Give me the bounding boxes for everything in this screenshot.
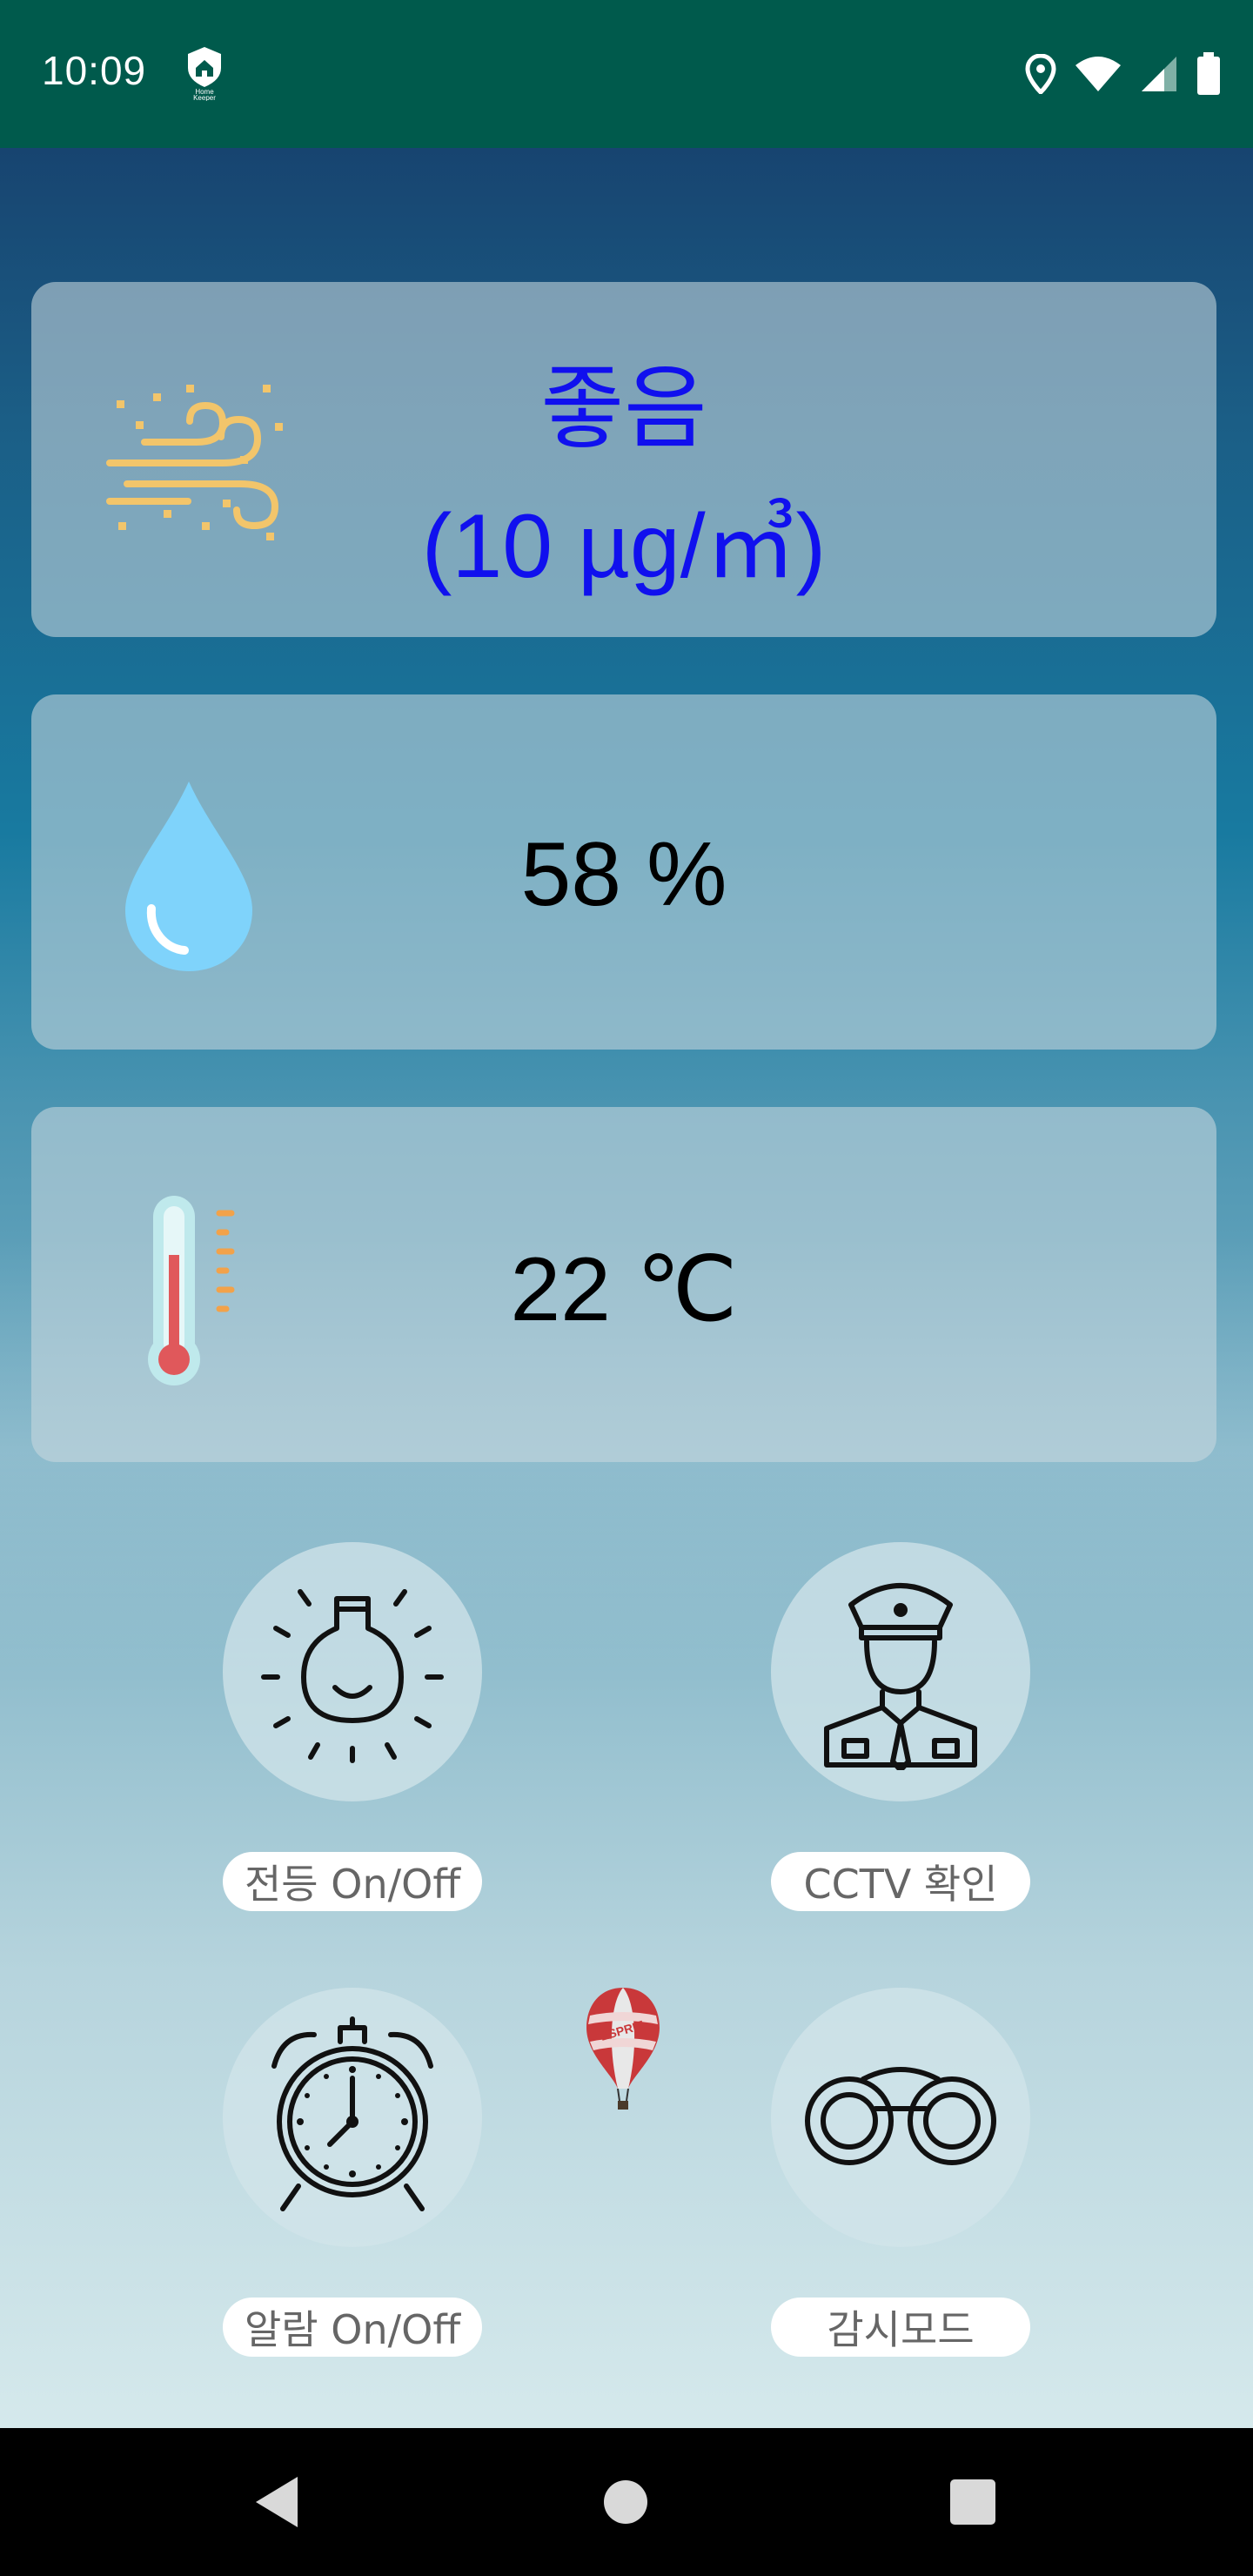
humidity-card[interactable]: 58 % — [31, 694, 1216, 1050]
location-icon — [1025, 53, 1056, 97]
air-quality-value: (10 µg/㎥) — [421, 496, 827, 597]
surveillance-mode-label[interactable]: 감시모드 — [771, 2298, 1030, 2357]
status-icons — [1025, 52, 1222, 99]
battery-icon — [1196, 52, 1222, 99]
status-time: 10:09 — [42, 48, 147, 93]
alarm-toggle-button[interactable] — [223, 1988, 482, 2247]
air-quality-status: 좋음 — [540, 355, 707, 461]
security-guard-icon — [809, 1570, 992, 1774]
home-icon[interactable] — [604, 2480, 647, 2524]
light-bulb-icon — [257, 1574, 448, 1769]
surveillance-mode-button[interactable] — [771, 1988, 1030, 2247]
alarm-toggle-label[interactable]: 알람 On/Off — [223, 2298, 482, 2357]
status-bar: 10:09 Home Keeper — [0, 0, 1253, 148]
hot-air-balloon-icon: ESPRIT — [583, 1984, 663, 2115]
cctv-check-label[interactable]: CCTV 확인 — [771, 1852, 1030, 1911]
navigation-bar — [0, 2428, 1253, 2576]
temperature-value: 22 ℃ — [510, 1239, 738, 1340]
temperature-card[interactable]: 22 ℃ — [31, 1107, 1216, 1462]
light-toggle-button[interactable] — [223, 1542, 482, 1801]
signal-icon — [1140, 55, 1178, 97]
back-icon[interactable] — [252, 2473, 305, 2531]
alarm-clock-icon — [257, 2016, 448, 2219]
recent-apps-icon[interactable] — [950, 2479, 995, 2525]
air-quality-card[interactable]: 좋음 (10 µg/㎥) — [31, 282, 1216, 637]
svg-text:Keeper: Keeper — [193, 94, 216, 101]
binoculars-icon — [801, 2063, 1001, 2171]
humidity-value: 58 % — [520, 824, 727, 925]
light-toggle-label[interactable]: 전등 On/Off — [223, 1852, 482, 1911]
wifi-icon — [1074, 55, 1122, 97]
cctv-check-button[interactable] — [771, 1542, 1030, 1801]
main-content: 좋음 (10 µg/㎥) 58 % 22 ℃ 전등 On/Off CCTV 확인… — [0, 148, 1253, 2428]
home-keeper-app-icon: Home Keeper — [183, 44, 226, 102]
